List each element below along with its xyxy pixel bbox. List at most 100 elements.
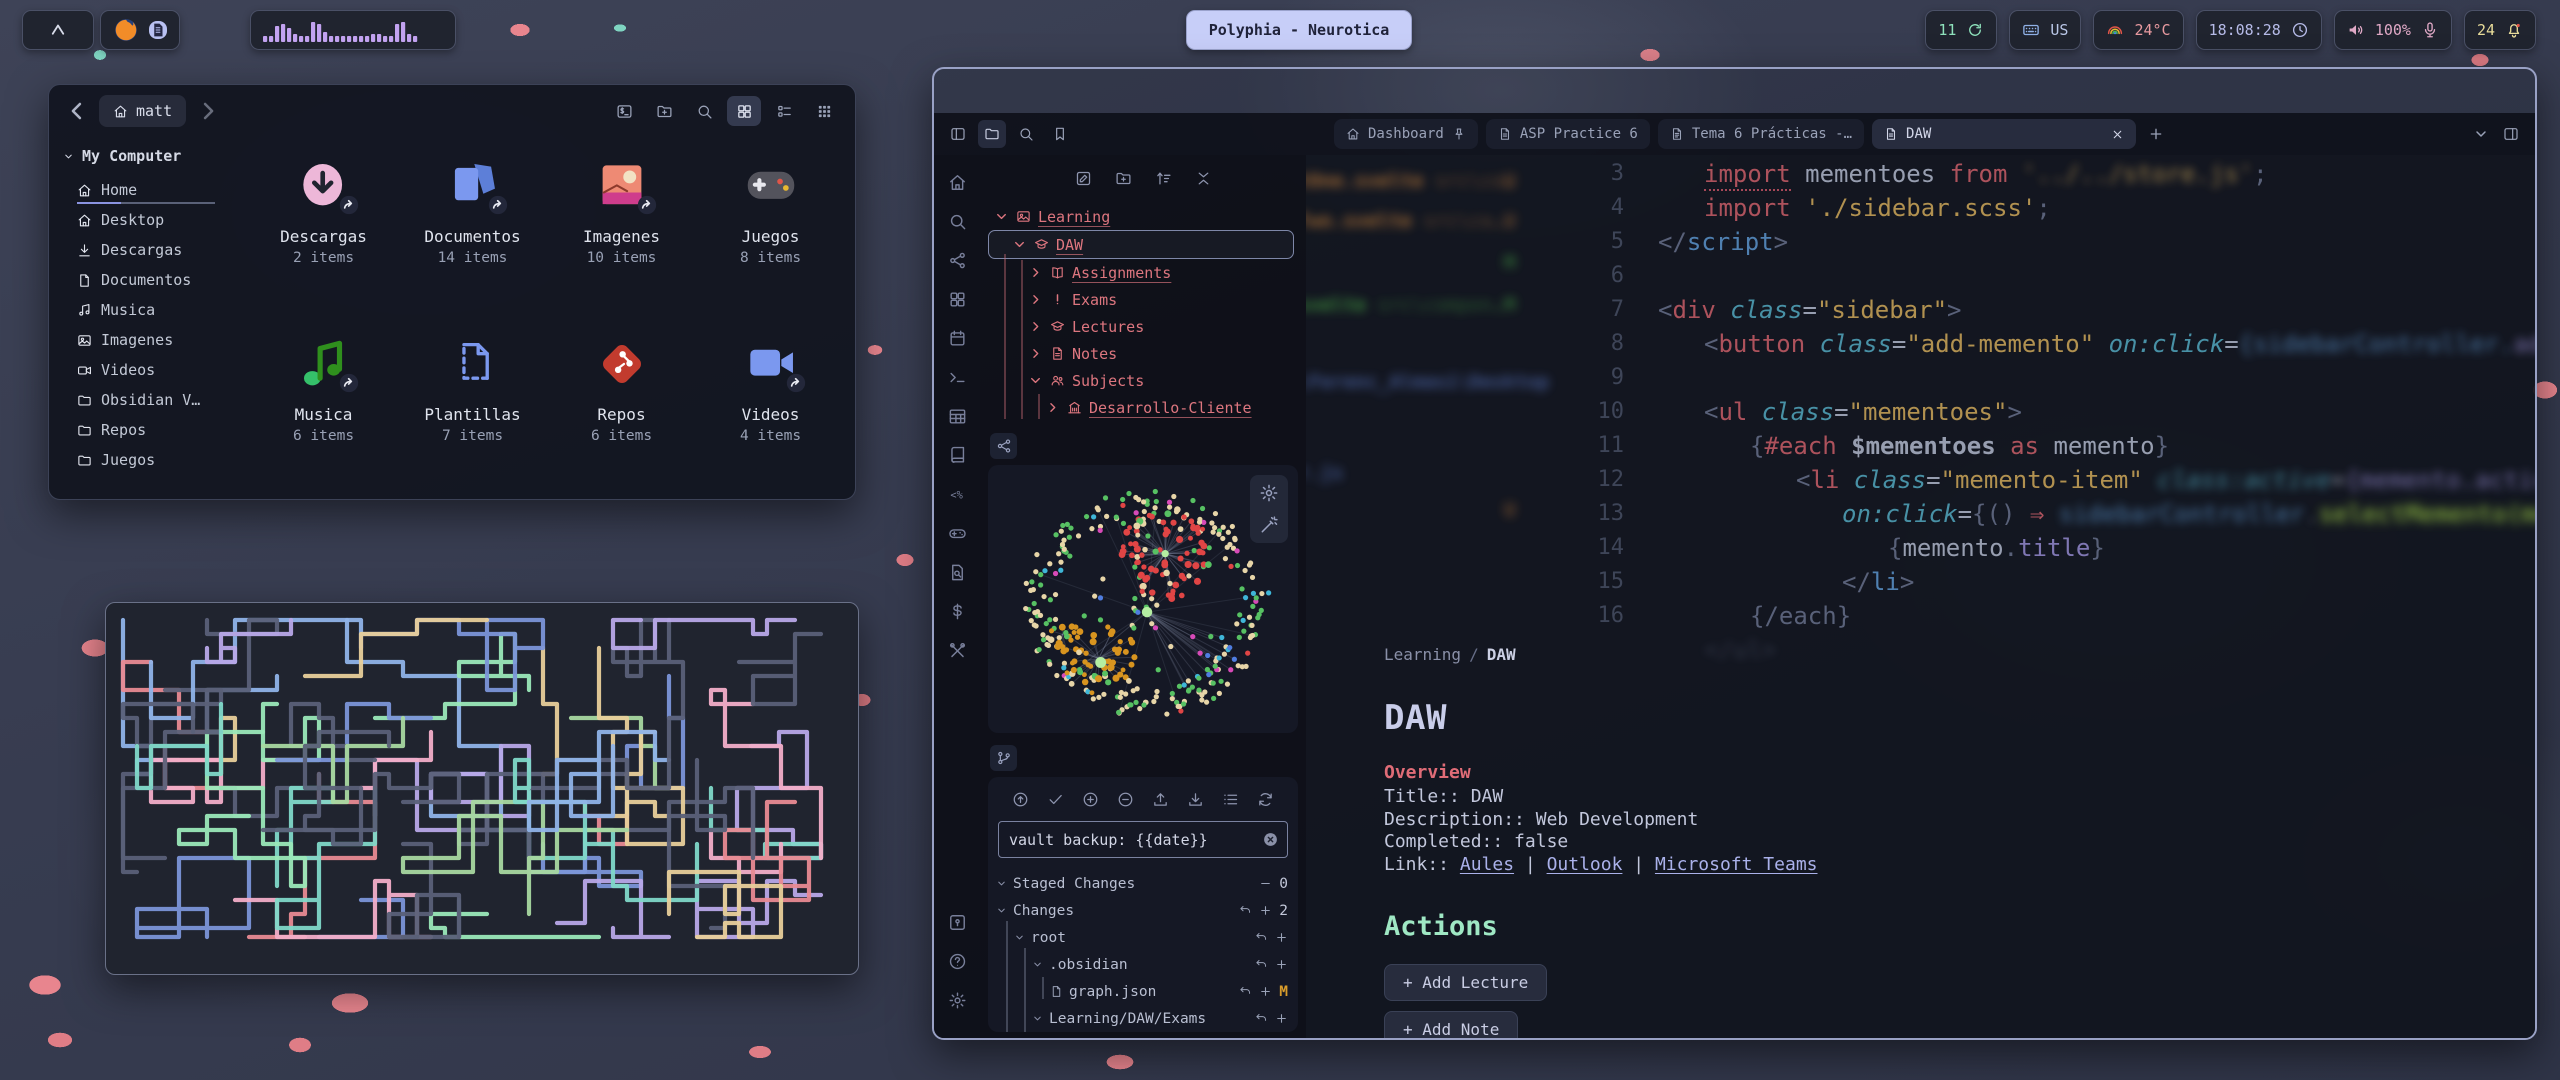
now-playing[interactable]: Polyphia - Neurotica [1186,10,1412,50]
git-row-staged-changes[interactable]: Staged Changes0 [988,870,1298,897]
folder-item-musica[interactable]: Musica 6 items [249,333,398,511]
git-plus-icon[interactable] [1259,904,1272,917]
ribbon-calendar-icon[interactable] [944,325,970,351]
git-undo-icon[interactable] [1239,904,1252,917]
explorer-sortasc-icon[interactable] [1152,167,1174,189]
notifications-widget[interactable]: 24 [2464,10,2536,50]
new-folder-button[interactable] [647,96,681,126]
chevron-down-icon[interactable] [1032,1013,1043,1024]
close-tab-icon[interactable] [2111,128,2124,141]
git-plus-icon[interactable] [1275,958,1288,971]
commit-message-input[interactable] [1007,830,1262,850]
chevron-right-icon[interactable] [1028,346,1043,361]
git-row--obsidian[interactable]: .obsidian [988,951,1298,978]
tree-item-exams[interactable]: Exams [988,286,1298,313]
chevron-down-icon[interactable] [1014,932,1025,943]
firefox-icon[interactable] [113,17,139,43]
sidebar-item-documentos[interactable]: Documentos [63,265,205,295]
sidebar-item-repos[interactable]: Repos [63,415,205,445]
git-row-learning-daw-exams[interactable]: Learning/DAW/Exams [988,1005,1298,1032]
volume-widget[interactable]: 100% [2334,10,2452,50]
chevron-down-icon[interactable] [1012,237,1027,252]
ribbon-layout-icon[interactable] [944,286,970,312]
folder-item-descargas[interactable]: Descargas 2 items [249,155,398,333]
chevron-down-icon[interactable] [996,905,1007,916]
git-row-graph-json[interactable]: graph.jsonM [988,978,1298,1005]
git-undo-icon[interactable] [1255,931,1268,944]
compact-view-button[interactable] [807,96,841,126]
ribbon-gamepad-icon[interactable] [944,520,970,546]
git-plus-icon[interactable] [1275,1012,1288,1025]
git-check-icon[interactable] [1046,789,1066,809]
tree-item-assignments[interactable]: Assignments [988,259,1298,286]
chevron-right-icon[interactable] [1045,400,1060,415]
sidebar-item-musica[interactable]: Musica [63,295,205,325]
git-plus-icon[interactable] [1259,985,1272,998]
launcher-button[interactable] [22,10,94,50]
files-tab-icon[interactable] [978,120,1006,148]
chevron-right-icon[interactable] [1028,292,1043,307]
back-button[interactable] [63,97,91,125]
git-section-icon[interactable] [990,745,1017,771]
action-button--add-note[interactable]: + Add Note [1384,1011,1518,1039]
sidebar-item-imagenes[interactable]: Imagenes [63,325,205,355]
sidebar-item-obsidianv[interactable]: Obsidian V… [63,385,205,415]
weather-widget[interactable]: 24°C [2093,10,2183,50]
chevron-right-icon[interactable] [1028,265,1043,280]
bookmarks-tab-icon[interactable] [1046,120,1074,148]
chevron-right-icon[interactable] [1028,319,1043,334]
updates-widget[interactable]: 11 [1925,10,1997,50]
graph-settings-gear-icon[interactable] [1259,483,1279,503]
tree-item-notes[interactable]: Notes [988,340,1298,367]
tree-item-subjects[interactable]: Subjects [988,367,1298,394]
folder-item-videos[interactable]: Videos 4 items [696,333,845,511]
graph-section-icon[interactable] [990,433,1017,459]
tree-item-daw[interactable]: DAW [988,230,1294,259]
open-terminal-button[interactable] [607,96,641,126]
note-link-aules[interactable]: Aules [1460,854,1514,875]
note-breadcrumb[interactable]: Learning/DAW [1384,645,2364,664]
git-undo-icon[interactable] [1255,1012,1268,1025]
git-listic-icon[interactable] [1221,789,1241,809]
git-undo-icon[interactable] [1255,958,1268,971]
ribbon-table-icon[interactable] [944,403,970,429]
git-upload-icon[interactable] [1151,789,1171,809]
explorer-folderplus-icon[interactable] [1112,167,1134,189]
file-manager-app-icon[interactable] [149,21,167,39]
explorer-collapse-icon[interactable] [1192,167,1214,189]
git-minus-icon[interactable] [1259,877,1272,890]
breadcrumb[interactable]: matt [99,95,186,127]
tab-daw[interactable]: DAW [1872,119,2136,149]
toggle-left-sidebar-icon[interactable] [944,120,972,148]
git-circleup-icon[interactable] [1011,789,1031,809]
ribbon-tools-icon[interactable] [944,637,970,663]
chevron-down-icon[interactable] [1032,959,1043,970]
folder-item-juegos[interactable]: Juegos 8 items [696,155,845,333]
folder-item-imagenes[interactable]: Imagenes 10 items [547,155,696,333]
sidebar-item-descargas[interactable]: Descargas [63,235,205,265]
folder-item-documentos[interactable]: Documentos 14 items [398,155,547,333]
search-tab-icon[interactable] [1012,120,1040,148]
git-downloadt-icon[interactable] [1186,789,1206,809]
tab-list-dropdown-icon[interactable] [2473,126,2489,142]
chevron-down-icon[interactable] [994,209,1009,224]
note-link-microsoft-teams[interactable]: Microsoft Teams [1655,854,1818,875]
git-row-changes[interactable]: Changes2 [988,897,1298,924]
folder-item-plantillas[interactable]: Plantillas 7 items [398,333,547,511]
ribbon-share2-icon[interactable] [944,247,970,273]
sidebar-item-videos[interactable]: Videos [63,355,205,385]
explorer-squarepen-icon[interactable] [1072,167,1094,189]
forward-button[interactable] [194,97,222,125]
tab-tema-6-pr-cticas-[interactable]: Tema 6 Prácticas -… [1658,119,1864,149]
chevron-down-icon[interactable] [996,878,1007,889]
sidebar-item-desktop[interactable]: Desktop [63,205,205,235]
clear-message-icon[interactable] [1262,831,1279,848]
clock-widget[interactable]: 18:08:28 [2196,10,2322,50]
ribbon-terminal-icon[interactable] [944,364,970,390]
keyboard-layout-widget[interactable]: US [2009,10,2081,50]
tree-item-desarrollo-cliente[interactable]: Desarrollo-Cliente [988,394,1298,421]
tree-item-lectures[interactable]: Lectures [988,313,1298,340]
ribbon-vault-icon[interactable] [944,909,970,935]
note-link-outlook[interactable]: Outlook [1547,854,1623,875]
list-view-button[interactable] [767,96,801,126]
